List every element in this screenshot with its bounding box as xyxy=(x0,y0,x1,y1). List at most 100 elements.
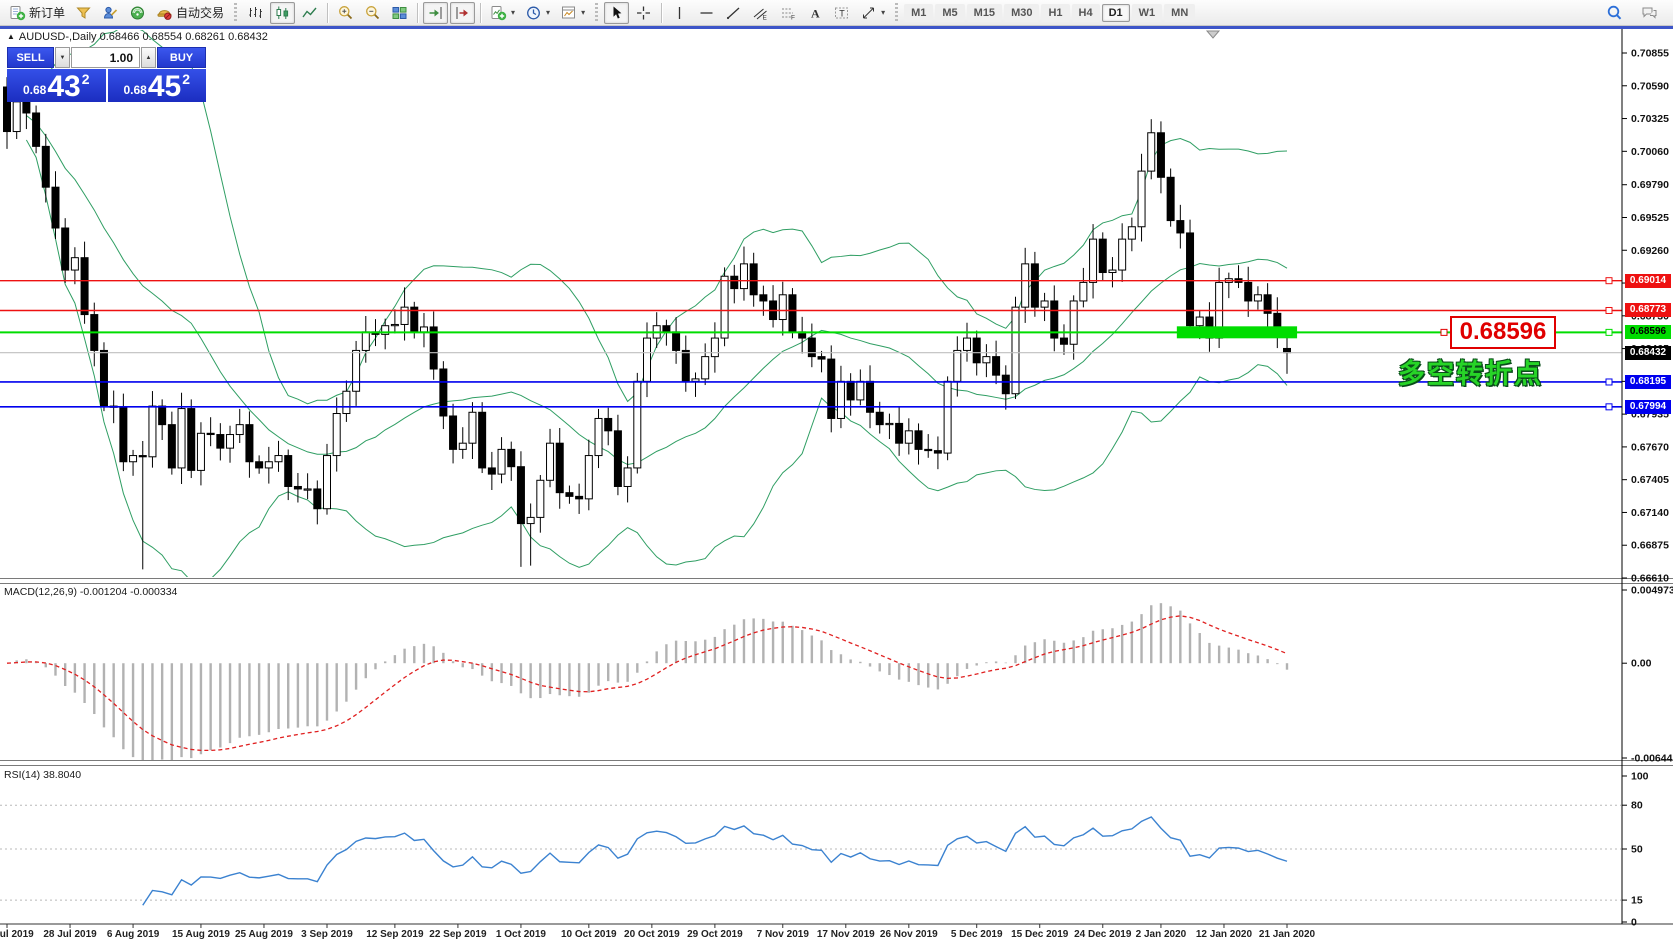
auto-scroll-button[interactable] xyxy=(423,2,448,24)
price-tick-label: 0.69790 xyxy=(1631,179,1669,191)
buy-button[interactable]: BUY xyxy=(157,47,206,68)
period-menu-button[interactable]: ▾ xyxy=(521,2,554,24)
rsi-tick-label: 80 xyxy=(1631,800,1643,812)
bull-candle xyxy=(130,456,137,462)
draw-hline-button[interactable] xyxy=(694,2,719,24)
tf-m15-button[interactable]: M15 xyxy=(967,4,1002,22)
volume-increase-button[interactable]: ▲ xyxy=(141,47,156,68)
auto-trading-button[interactable]: 自动交易 xyxy=(152,1,228,24)
bear-candle xyxy=(1245,282,1252,301)
bull-candle xyxy=(275,456,282,462)
new-chart-button[interactable]: ▾ xyxy=(486,2,519,24)
templates-menu-button[interactable]: ▾ xyxy=(556,2,589,24)
bear-candle xyxy=(556,443,563,492)
bull-candle xyxy=(711,338,718,357)
tf-m30-button[interactable]: M30 xyxy=(1004,4,1039,22)
cursor-tool-button[interactable] xyxy=(604,2,629,24)
line-anchor-marker xyxy=(1606,329,1612,335)
bull-candle xyxy=(333,414,340,456)
price-tick-label: 0.67670 xyxy=(1631,441,1669,453)
bull-candle xyxy=(178,409,185,468)
tf-d1-button[interactable]: D1 xyxy=(1102,4,1130,22)
signals-button[interactable] xyxy=(125,2,150,24)
toolbar-separator xyxy=(327,3,328,23)
spin-down-icon: ▼ xyxy=(60,55,66,61)
tf-m5-button[interactable]: M5 xyxy=(935,4,964,22)
sell-button[interactable]: SELL xyxy=(7,47,54,68)
community-chat-button[interactable] xyxy=(1637,2,1662,24)
bear-candle xyxy=(256,462,263,468)
metaeditor-button[interactable] xyxy=(98,2,123,24)
tline-icon xyxy=(725,5,742,21)
bear-candle xyxy=(867,381,874,412)
bear-candle xyxy=(1031,264,1038,307)
bollinger-band-line xyxy=(26,140,1287,585)
zoom-out-button[interactable] xyxy=(360,2,385,24)
search-button[interactable] xyxy=(1602,2,1627,24)
bear-candle xyxy=(973,338,980,363)
zoom-in-button[interactable] xyxy=(333,2,358,24)
chart-shift-button[interactable] xyxy=(450,2,475,24)
date-tick-label: 6 Aug 2019 xyxy=(107,929,160,940)
auto-trading-label: 自动交易 xyxy=(176,4,224,21)
svg-text:A: A xyxy=(811,6,820,20)
draw-channel-button[interactable]: E xyxy=(748,2,773,24)
bear-candle xyxy=(731,276,738,288)
cursor-icon xyxy=(608,5,625,21)
bull-candle xyxy=(498,449,505,474)
bear-candle xyxy=(81,258,88,315)
price-level-chip: 0.68596 xyxy=(1625,325,1671,339)
bull-candle xyxy=(1022,264,1029,307)
draw-shapes-button[interactable]: ▾ xyxy=(856,2,889,24)
bull-candle xyxy=(595,418,602,455)
tf-m1-button[interactable]: M1 xyxy=(904,4,933,22)
crosshair-icon xyxy=(635,5,652,21)
draw-vline-button[interactable] xyxy=(667,2,692,24)
bull-candle xyxy=(886,423,893,424)
date-tick-label: 5 Dec 2019 xyxy=(951,929,1003,940)
price-tick-label: 0.70590 xyxy=(1631,80,1669,92)
volume-decrease-button[interactable]: ▼ xyxy=(55,47,70,68)
bear-candle xyxy=(42,146,49,187)
bear-candle xyxy=(207,433,214,434)
bear-candle xyxy=(517,467,524,524)
bull-candle xyxy=(469,412,476,443)
quotes-window-button[interactable] xyxy=(71,2,96,24)
date-tick-label: 7 Nov 2019 xyxy=(757,929,810,940)
crosshair-tool-button[interactable] xyxy=(631,2,656,24)
price-alert-box: 0.68596 xyxy=(1450,316,1556,349)
bar-chart-mode-button[interactable] xyxy=(243,2,268,24)
volume-input[interactable] xyxy=(71,47,140,68)
date-tick-label: 25 Aug 2019 xyxy=(235,929,293,940)
svg-text:T: T xyxy=(839,8,845,18)
date-tick-label: 15 Dec 2019 xyxy=(1011,929,1069,940)
line-chart-mode-button[interactable] xyxy=(297,2,322,24)
bear-candle xyxy=(925,449,932,450)
green-zone-rectangle[interactable] xyxy=(1177,326,1297,338)
draw-label-button[interactable]: T xyxy=(829,2,854,24)
new-order-button[interactable]: 新订单 xyxy=(5,1,69,24)
bear-candle xyxy=(847,381,854,400)
tf-w1-button[interactable]: W1 xyxy=(1132,4,1163,22)
collapse-icon[interactable]: ▲ xyxy=(7,32,15,41)
spin-up-icon: ▲ xyxy=(146,55,152,61)
tile-windows-button[interactable] xyxy=(387,2,412,24)
tf-mn-button[interactable]: MN xyxy=(1164,4,1195,22)
bear-candle xyxy=(818,357,825,359)
buy-price-display[interactable]: 0.68452 xyxy=(108,69,207,102)
tf-h1-button[interactable]: H1 xyxy=(1041,4,1069,22)
hline-icon xyxy=(698,5,715,21)
candlestick-mode-button[interactable] xyxy=(270,2,295,24)
svg-text:F: F xyxy=(791,14,795,21)
tf-h4-button[interactable]: H4 xyxy=(1072,4,1100,22)
bull-candle xyxy=(362,332,369,351)
sell-price-display[interactable]: 0.68432 xyxy=(7,69,106,102)
chart-canvas[interactable]: 0.708550.705900.703250.700600.697900.695… xyxy=(0,0,1673,950)
bear-candle xyxy=(915,431,922,450)
bear-candle xyxy=(100,350,107,406)
newchart-icon xyxy=(490,5,507,21)
draw-trendline-button[interactable] xyxy=(721,2,746,24)
chart-shift-marker[interactable] xyxy=(1207,31,1219,38)
draw-text-button[interactable]: A xyxy=(802,2,827,24)
draw-fibonacci-button[interactable]: F xyxy=(775,2,800,24)
